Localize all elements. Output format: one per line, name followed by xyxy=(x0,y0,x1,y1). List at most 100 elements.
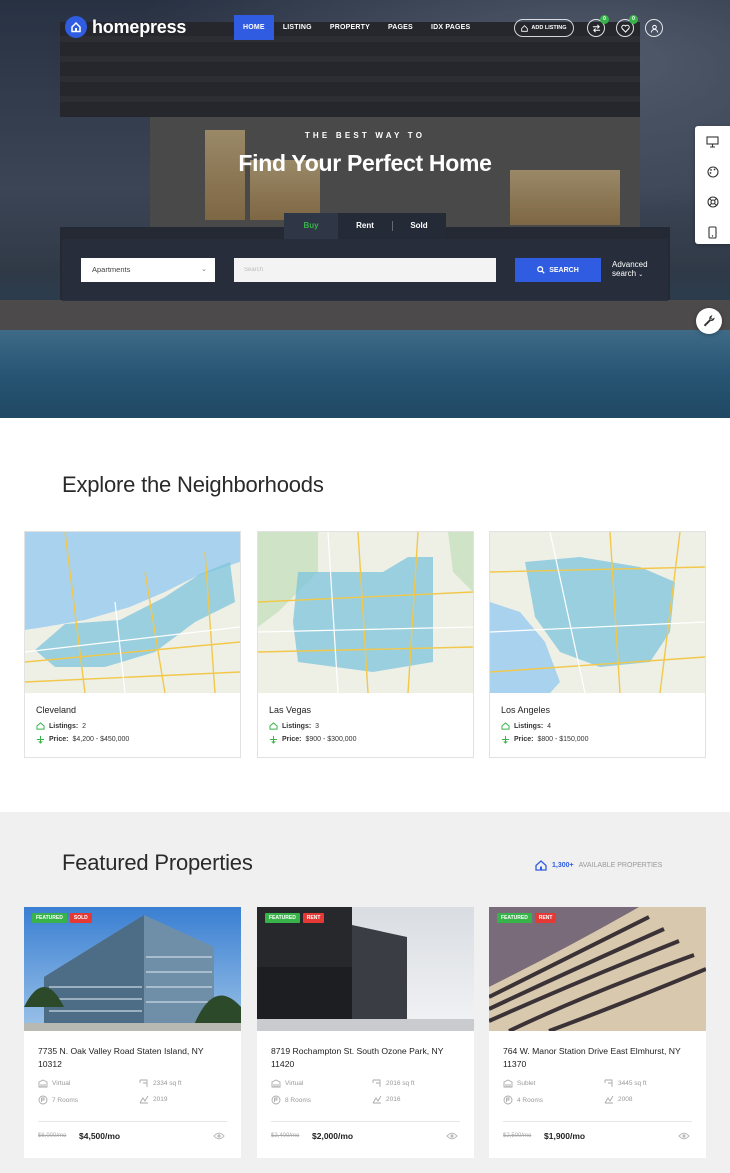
search-tabs: Buy Rent Sold xyxy=(284,213,446,239)
listings-count: 3 xyxy=(315,722,320,730)
property-image: FEATURED SOLD xyxy=(24,907,241,1031)
advanced-search-link[interactable]: Advanced search ⌄ xyxy=(612,260,648,280)
hero-banner xyxy=(0,0,730,418)
property-year: 2019 xyxy=(139,1095,167,1104)
property-title[interactable]: 764 W. Manor Station Drive East Elmhurst… xyxy=(503,1045,693,1070)
available-properties-link[interactable]: 1,300+ AVAILABLE PROPERTIES xyxy=(535,860,662,871)
property-rooms: 8 Rooms xyxy=(271,1095,311,1105)
menu-item-idx-pages[interactable]: IDX PAGES xyxy=(422,15,479,40)
compare-button[interactable]: 0 xyxy=(587,15,609,37)
area-icon xyxy=(139,1079,148,1087)
color-palette-button[interactable] xyxy=(695,158,730,186)
menu-item-pages[interactable]: PAGES xyxy=(379,15,422,40)
listings-label: Listings: xyxy=(514,722,544,730)
advanced-label-2: search xyxy=(612,269,637,278)
building-icon xyxy=(271,1079,281,1088)
search-input[interactable] xyxy=(234,258,496,282)
property-card[interactable]: FEATURED SOLD 7735 N. Oak Valley Road St… xyxy=(24,907,241,1158)
available-count: 1,300+ xyxy=(552,862,574,869)
property-title[interactable]: 7735 N. Oak Valley Road Staten Island, N… xyxy=(38,1045,228,1070)
property-area: 2016 sq ft xyxy=(372,1079,415,1088)
neighborhood-card[interactable]: Cleveland Listings: 2 Price: $4,200 - $450… xyxy=(24,531,241,758)
lifebuoy-icon xyxy=(706,196,719,208)
property-image: FEATURED RENT xyxy=(257,907,474,1031)
search-button[interactable]: SEARCH xyxy=(515,258,601,282)
divider xyxy=(271,1121,460,1122)
top-navigation: homepress HOME LISTING PROPERTY PAGES ID… xyxy=(0,0,730,56)
add-listing-button[interactable]: ADD LISTING xyxy=(514,19,574,37)
neighborhood-card[interactable]: Los Angeles Listings: 4 Price: $800 - $150… xyxy=(489,531,706,758)
property-rooms: 4 Rooms xyxy=(503,1095,543,1105)
property-type: Virtual xyxy=(38,1079,70,1088)
phone-icon xyxy=(708,225,717,239)
add-home-icon xyxy=(521,24,529,32)
home-icon xyxy=(36,722,45,730)
user-icon xyxy=(650,24,658,33)
settings-toggle-button[interactable] xyxy=(696,308,722,334)
price-tag-icon xyxy=(501,735,510,744)
home-icon xyxy=(269,722,278,730)
property-year: 2016 xyxy=(372,1095,400,1104)
favorites-button[interactable]: 0 xyxy=(616,15,638,37)
logo[interactable]: homepress xyxy=(65,16,186,38)
price-range: $800 - $150,000 xyxy=(537,736,589,743)
property-year: 2008 xyxy=(604,1095,632,1104)
side-toolbar xyxy=(695,126,730,244)
neighborhood-price: Price: $800 - $150,000 xyxy=(501,735,588,744)
hero-tagline: THE BEST WAY TO xyxy=(304,131,426,140)
quick-view-eye-icon[interactable] xyxy=(446,1132,458,1140)
listings-count: 2 xyxy=(82,722,87,730)
property-type-select[interactable]: Apartments ⌄ xyxy=(81,258,215,282)
account-button[interactable] xyxy=(645,19,663,37)
old-price: $2,500/mo xyxy=(503,1133,532,1139)
status-badge: RENT xyxy=(302,913,325,923)
area-icon xyxy=(372,1079,381,1087)
property-price: $4,500/mo xyxy=(79,1131,121,1141)
rooms-icon xyxy=(271,1095,281,1105)
listings-label: Listings: xyxy=(282,722,312,730)
neighborhood-map xyxy=(258,532,473,693)
monitor-icon xyxy=(706,136,719,148)
neighborhood-name: Las Vegas xyxy=(269,705,312,715)
featured-badge: FEATURED xyxy=(265,913,300,923)
property-area-value: 2334 sq ft xyxy=(153,1080,182,1087)
property-card[interactable]: FEATURED RENT 8719 Rochampton St. South … xyxy=(257,907,474,1158)
property-card[interactable]: FEATURED RENT 764 W. Manor Station Drive… xyxy=(489,907,706,1158)
tab-sold[interactable]: Sold xyxy=(392,213,446,239)
property-rooms-value: 8 Rooms xyxy=(285,1096,312,1104)
rooms-icon xyxy=(503,1095,513,1105)
property-area: 2334 sq ft xyxy=(139,1079,182,1088)
quick-view-eye-icon[interactable] xyxy=(678,1132,690,1140)
listings-count: 4 xyxy=(547,722,552,730)
property-type: Sublet xyxy=(503,1079,535,1088)
badge-group: FEATURED RENT xyxy=(497,913,557,923)
property-area-value: 3445 sq ft xyxy=(618,1080,647,1087)
building-icon xyxy=(503,1079,513,1088)
menu-item-property[interactable]: PROPERTY xyxy=(321,15,379,40)
desktop-view-button[interactable] xyxy=(695,128,730,156)
year-built-icon xyxy=(372,1095,382,1104)
area-icon xyxy=(604,1079,613,1087)
neighborhood-listings: Listings: 2 xyxy=(36,722,86,730)
menu-item-home[interactable]: HOME xyxy=(234,15,274,40)
tab-rent[interactable]: Rent xyxy=(338,213,392,239)
neighborhood-price: Price: $900 - $300,000 xyxy=(269,735,356,744)
search-button-label: SEARCH xyxy=(549,266,579,274)
tab-buy[interactable]: Buy xyxy=(284,213,338,239)
neighborhood-card[interactable]: Las Vegas Listings: 3 Price: $900 - $300,0… xyxy=(257,531,474,758)
menu-item-listing[interactable]: LISTING xyxy=(274,15,321,40)
property-year-value: 2016 xyxy=(386,1096,401,1103)
wrench-icon xyxy=(703,315,715,327)
support-button[interactable] xyxy=(695,188,730,216)
property-type-value: Sublet xyxy=(517,1080,536,1087)
property-rooms-value: 7 Rooms xyxy=(52,1096,79,1104)
mobile-view-button[interactable] xyxy=(695,218,730,246)
heart-icon xyxy=(620,24,630,33)
listings-label: Listings: xyxy=(49,722,79,730)
price-label: Price: xyxy=(49,736,69,743)
property-title[interactable]: 8719 Rochampton St. South Ozone Park, NY… xyxy=(271,1045,461,1070)
hero-headline: Find Your Perfect Home xyxy=(238,150,492,176)
featured-badge: FEATURED xyxy=(497,913,532,923)
year-built-icon xyxy=(139,1095,149,1104)
quick-view-eye-icon[interactable] xyxy=(213,1132,225,1140)
